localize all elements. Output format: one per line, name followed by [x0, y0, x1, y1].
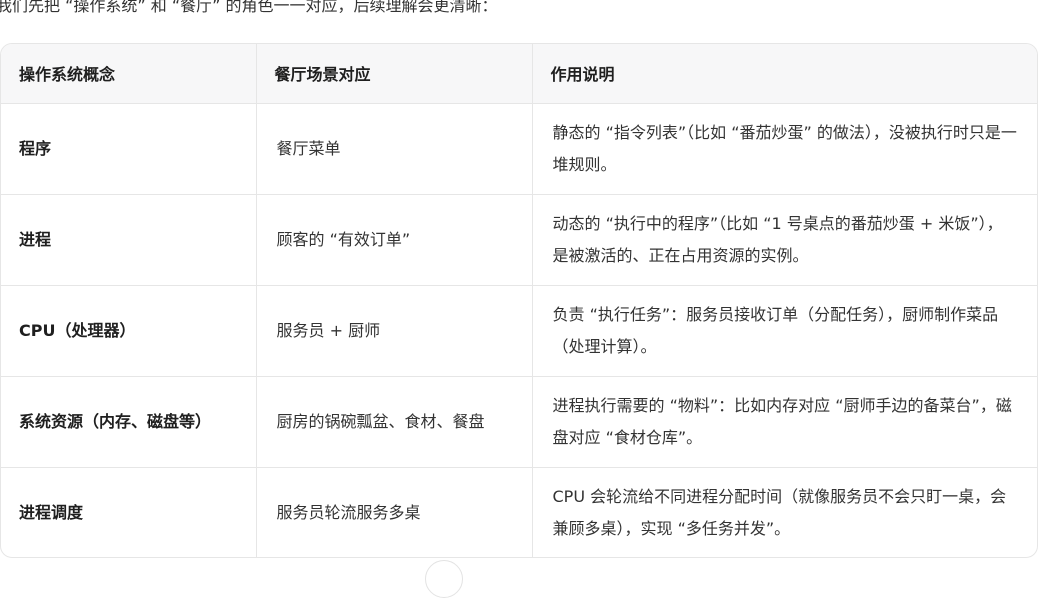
cell-concept: CPU（处理器） [1, 285, 257, 377]
cell-description: 静态的 “指令列表”（比如 “番茄炒蛋” 的做法），没被执行时只是一堆规则。 [532, 103, 1037, 195]
cell-concept: 进程 [1, 194, 257, 286]
cell-scene: 服务员 + 厨师 [256, 285, 533, 377]
mapping-table: 操作系统概念 餐厅场景对应 作用说明 程序 餐厅菜单 静态的 “指令列表”（比如… [0, 43, 1038, 558]
table-row: CPU（处理器） 服务员 + 厨师 负责 “执行任务”：服务员接收订单（分配任务… [1, 285, 1037, 377]
table-row: 进程 顾客的 “有效订单” 动态的 “执行中的程序”（比如 “1 号桌点的番茄炒… [1, 194, 1037, 286]
intro-text: 我们先把 “操作系统” 和 “餐厅” 的角色一一对应，后续理解会更清晰： [0, 0, 498, 15]
cell-concept: 程序 [1, 103, 257, 195]
cell-concept: 系统资源（内存、磁盘等） [1, 376, 257, 468]
column-header-description: 作用说明 [532, 44, 1037, 104]
cell-scene: 厨房的锅碗瓢盆、食材、餐盘 [256, 376, 533, 468]
column-header-scene: 餐厅场景对应 [256, 44, 533, 104]
cell-concept: 进程调度 [1, 467, 257, 557]
cell-scene: 餐厅菜单 [256, 103, 533, 195]
cell-description: 动态的 “执行中的程序”（比如 “1 号桌点的番茄炒蛋 + 米饭”），是被激活的… [532, 194, 1037, 286]
table-row: 系统资源（内存、磁盘等） 厨房的锅碗瓢盆、食材、餐盘 进程执行需要的 “物料”：… [1, 376, 1037, 468]
cell-scene: 服务员轮流服务多桌 [256, 467, 533, 557]
cell-description: 负责 “执行任务”：服务员接收订单（分配任务），厨师制作菜品（处理计算）。 [532, 285, 1037, 377]
table-row: 进程调度 服务员轮流服务多桌 CPU 会轮流给不同进程分配时间（就像服务员不会只… [1, 467, 1037, 557]
cell-description: CPU 会轮流给不同进程分配时间（就像服务员不会只盯一桌，会兼顾多桌），实现 “… [552, 486, 1007, 538]
column-header-concept: 操作系统概念 [1, 44, 257, 104]
table-header-row: 操作系统概念 餐厅场景对应 作用说明 [1, 44, 1037, 104]
cell-scene: 顾客的 “有效订单” [256, 194, 533, 286]
cell-description: 进程执行需要的 “物料”：比如内存对应 “厨师手边的备菜台”，磁盘对应 “食材仓… [532, 376, 1037, 468]
table-row: 程序 餐厅菜单 静态的 “指令列表”（比如 “番茄炒蛋” 的做法），没被执行时只… [1, 103, 1037, 195]
